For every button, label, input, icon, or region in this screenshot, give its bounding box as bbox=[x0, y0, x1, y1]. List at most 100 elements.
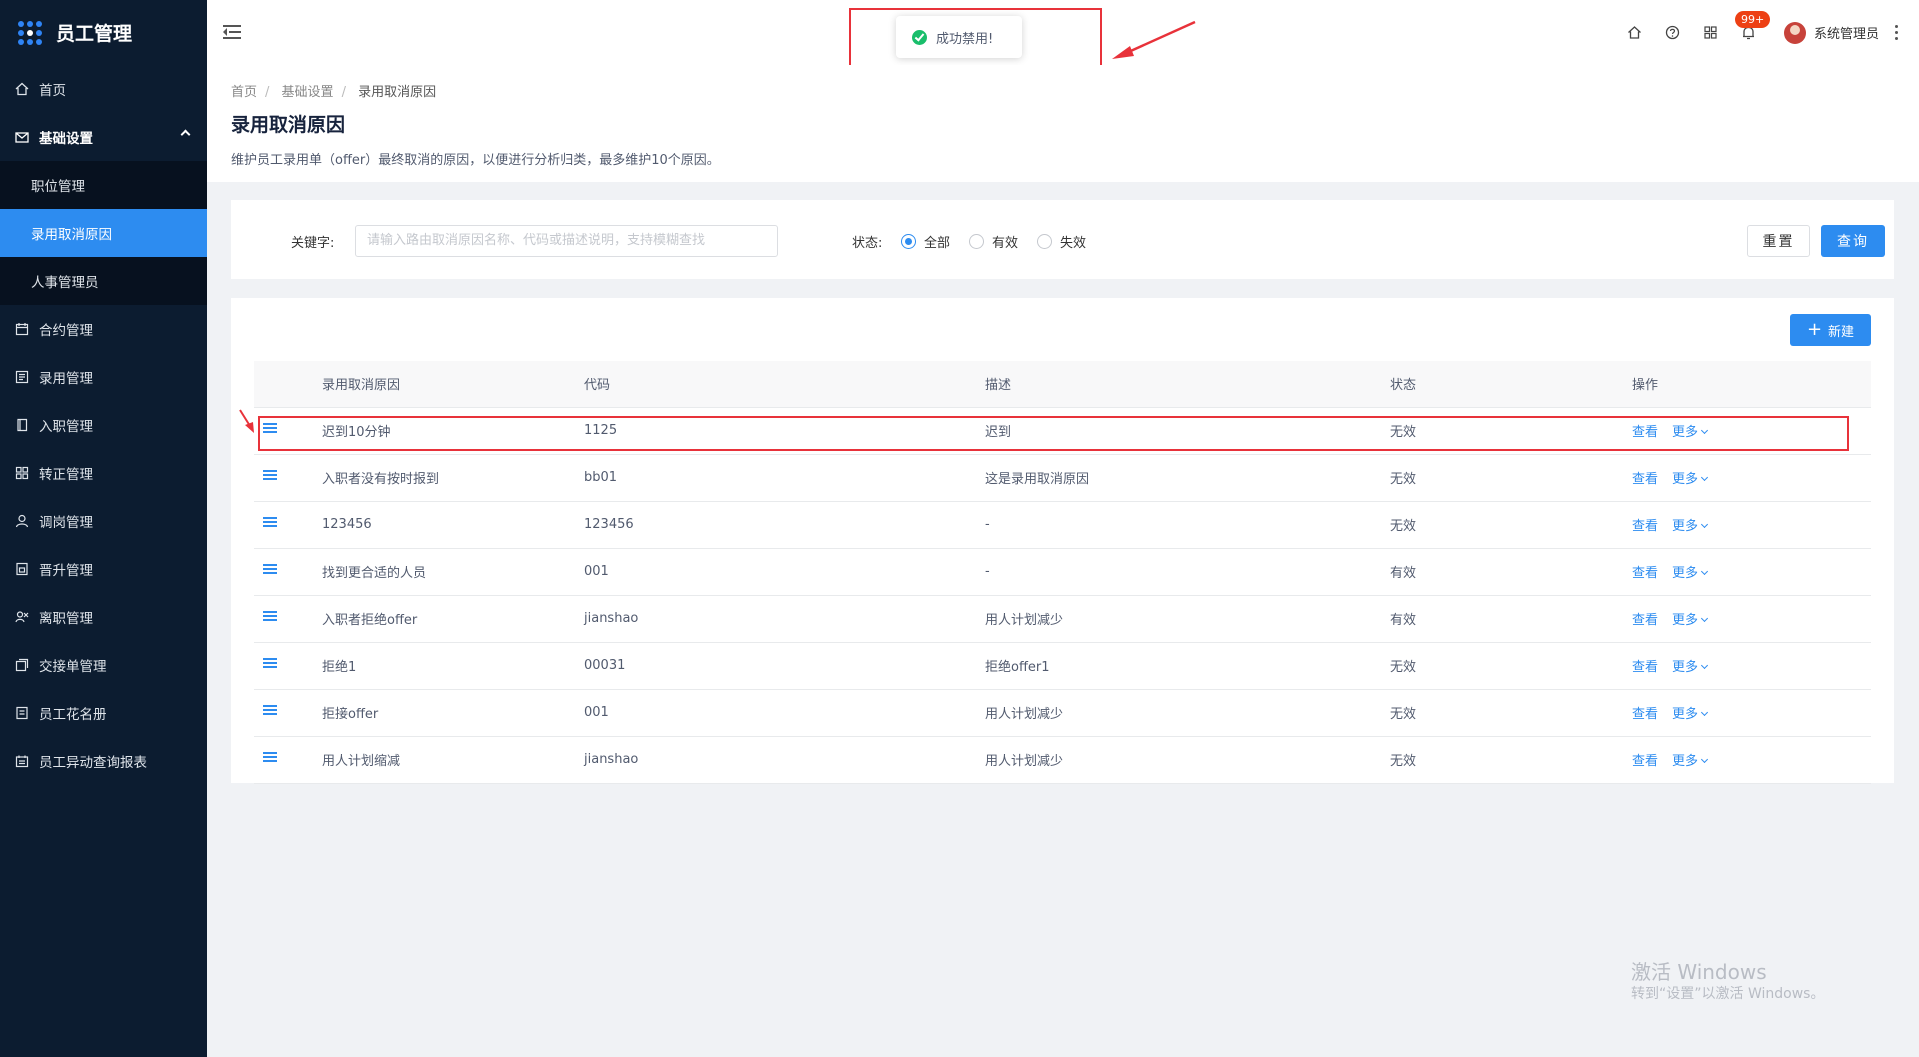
description-cell: 这是录用取消原因 bbox=[985, 454, 1390, 502]
sidebar-item-onboarding[interactable]: 入职管理 bbox=[0, 401, 207, 449]
actions-cell: 查看 更多 bbox=[1632, 642, 1871, 690]
table-row[interactable]: 用人计划缩减 jianshao 用人计划减少 无效 查看 更多 bbox=[254, 736, 1871, 784]
breadcrumb-item[interactable]: 基础设置 bbox=[282, 85, 334, 100]
drag-handle-icon[interactable] bbox=[263, 611, 277, 622]
more-dropdown[interactable]: 更多 bbox=[1672, 754, 1709, 769]
drag-cell bbox=[254, 642, 322, 690]
chevron-down-icon bbox=[1700, 708, 1709, 717]
chevron-down-icon bbox=[1700, 614, 1709, 623]
sidebar-item-resignation[interactable]: 离职管理 bbox=[0, 593, 207, 641]
more-dropdown[interactable]: 更多 bbox=[1672, 519, 1709, 534]
table-row[interactable]: 123456 123456- 无效 查看 更多 bbox=[254, 501, 1871, 549]
bell-icon[interactable]: 99+ bbox=[1734, 10, 1771, 41]
description-cell: 用人计划减少 bbox=[985, 689, 1390, 737]
actions-cell: 查看 更多 bbox=[1632, 595, 1871, 643]
drag-cell bbox=[254, 689, 322, 737]
sidebar-item-basic-settings[interactable]: 基础设置 bbox=[0, 113, 207, 161]
reset-button[interactable]: 重置 bbox=[1747, 225, 1810, 257]
sidebar-item-home[interactable]: 首页 bbox=[0, 65, 207, 113]
sidebar-item-label: 转正管理 bbox=[39, 467, 93, 483]
drag-handle-icon[interactable] bbox=[263, 752, 277, 763]
home-icon[interactable] bbox=[1627, 25, 1643, 41]
sidebar-item-label: 交接单管理 bbox=[39, 659, 107, 675]
annotation-arrow-icon bbox=[239, 409, 254, 433]
table-panel: + 新建 录用取消原因 代码 描述 状态 操作 迟到10分钟 1125 迟到 无效 查看… bbox=[231, 298, 1894, 784]
more-dropdown[interactable]: 更多 bbox=[1672, 613, 1709, 628]
actions-cell: 查看 更多 bbox=[1632, 501, 1871, 549]
keyword-label: 关键字: bbox=[291, 236, 335, 251]
breadcrumb: 首页 / 基础设置 / 录用取消原因 bbox=[231, 85, 437, 100]
drag-cell bbox=[254, 454, 322, 502]
new-button[interactable]: + 新建 bbox=[1790, 314, 1871, 346]
description-cell: - bbox=[985, 548, 1390, 596]
table-row[interactable]: 入职者没有按时报到 bb01 这是录用取消原因 无效 查看 更多 bbox=[254, 454, 1871, 502]
view-link[interactable]: 查看 bbox=[1632, 472, 1658, 487]
status-cell: 无效 bbox=[1390, 689, 1632, 737]
view-link[interactable]: 查看 bbox=[1632, 519, 1658, 534]
sidebar-item-roster[interactable]: 员工花名册 bbox=[0, 689, 207, 737]
sidebar-item-offer[interactable]: 录用管理 bbox=[0, 353, 207, 401]
sidebar-item-change-report[interactable]: 员工异动查询报表 bbox=[0, 737, 207, 785]
page-description: 维护员工录用单（offer）最终取消的原因，以便进行分析归类，最多维护10个原因… bbox=[231, 153, 720, 168]
description-cell: 用人计划减少 bbox=[985, 595, 1390, 643]
sidebar-item-regularization[interactable]: 转正管理 bbox=[0, 449, 207, 497]
app-logo[interactable]: 员工管理 bbox=[0, 0, 207, 65]
report-icon bbox=[15, 754, 29, 768]
windows-watermark-subtitle: 转到“设置”以激活 Windows。 bbox=[1631, 986, 1825, 1002]
sidebar-item-hr-admin[interactable]: 人事管理员 bbox=[0, 257, 207, 305]
more-dropdown[interactable]: 更多 bbox=[1672, 707, 1709, 722]
avatar[interactable] bbox=[1783, 21, 1806, 44]
sidebar-item-offer-cancel-reason[interactable]: 录用取消原因 bbox=[0, 209, 207, 257]
actions-cell: 查看 更多 bbox=[1632, 548, 1871, 596]
breadcrumb-item[interactable]: 首页 bbox=[231, 85, 257, 100]
reason-cell: 用人计划缩减 bbox=[322, 736, 584, 784]
drag-handle-icon[interactable] bbox=[263, 705, 277, 716]
table-row[interactable]: 拒绝1 00031 拒绝offer1 无效 查看 更多 bbox=[254, 642, 1871, 690]
apps-grid-icon bbox=[18, 20, 42, 45]
description-cell: 拒绝offer1 bbox=[985, 642, 1390, 690]
drag-handle-icon[interactable] bbox=[263, 517, 277, 528]
more-dropdown[interactable]: 更多 bbox=[1672, 472, 1709, 487]
status-radio-invalid[interactable]: 失效 bbox=[1037, 232, 1086, 251]
doc-icon bbox=[15, 562, 29, 576]
help-icon[interactable] bbox=[1665, 25, 1681, 41]
drag-handle-icon[interactable] bbox=[263, 564, 277, 575]
more-dropdown[interactable]: 更多 bbox=[1672, 660, 1709, 675]
view-link[interactable]: 查看 bbox=[1632, 566, 1658, 581]
view-link[interactable]: 查看 bbox=[1632, 707, 1658, 722]
drag-handle-icon[interactable] bbox=[263, 658, 277, 669]
sidebar-item-label: 调岗管理 bbox=[39, 515, 93, 531]
more-dropdown[interactable]: 更多 bbox=[1672, 566, 1709, 581]
table-row[interactable]: 入职者拒绝offer jianshao 用人计划减少 有效 查看 更多 bbox=[254, 595, 1871, 643]
grid-icon[interactable] bbox=[1703, 25, 1719, 41]
view-link[interactable]: 查看 bbox=[1632, 754, 1658, 769]
query-button[interactable]: 查询 bbox=[1821, 225, 1885, 257]
status-label: 状态: bbox=[852, 236, 883, 251]
sidebar-item-contract[interactable]: 合约管理 bbox=[0, 305, 207, 353]
keyword-input[interactable]: 请输入路由取消原因名称、代码或描述说明，支持模糊查找 bbox=[355, 225, 778, 257]
sidebar-item-transfer[interactable]: 调岗管理 bbox=[0, 497, 207, 545]
drag-column-header bbox=[254, 361, 322, 408]
view-link[interactable]: 查看 bbox=[1632, 660, 1658, 675]
status-cell: 有效 bbox=[1390, 595, 1632, 643]
more-label: 更多 bbox=[1672, 566, 1699, 581]
collapse-menu-icon[interactable] bbox=[223, 25, 241, 39]
table-row[interactable]: 拒接offer 001 用人计划减少 无效 查看 更多 bbox=[254, 689, 1871, 737]
column-header: 操作 bbox=[1632, 361, 1871, 408]
page-title: 录用取消原因 bbox=[231, 114, 346, 136]
sidebar-item-promotion[interactable]: 晋升管理 bbox=[0, 545, 207, 593]
sidebar-item-position-management[interactable]: 职位管理 bbox=[0, 161, 207, 209]
status-radio-all[interactable]: 全部 bbox=[901, 232, 950, 251]
status-radio-valid[interactable]: 有效 bbox=[969, 232, 1018, 251]
grid-icon bbox=[15, 466, 29, 480]
drag-handle-icon[interactable] bbox=[263, 470, 277, 481]
basic-settings-submenu: 职位管理 录用取消原因 人事管理员 bbox=[0, 161, 207, 305]
user-icon bbox=[15, 514, 29, 528]
sidebar-item-handover[interactable]: 交接单管理 bbox=[0, 641, 207, 689]
more-vertical-icon[interactable] bbox=[1895, 25, 1899, 40]
view-link[interactable]: 查看 bbox=[1632, 613, 1658, 628]
table-row[interactable]: 找到更合适的人员 001- 有效 查看 更多 bbox=[254, 548, 1871, 596]
user-name[interactable]: 系统管理员 bbox=[1814, 23, 1879, 42]
reason-cell: 123456 bbox=[322, 501, 584, 549]
home-icon bbox=[15, 82, 29, 96]
